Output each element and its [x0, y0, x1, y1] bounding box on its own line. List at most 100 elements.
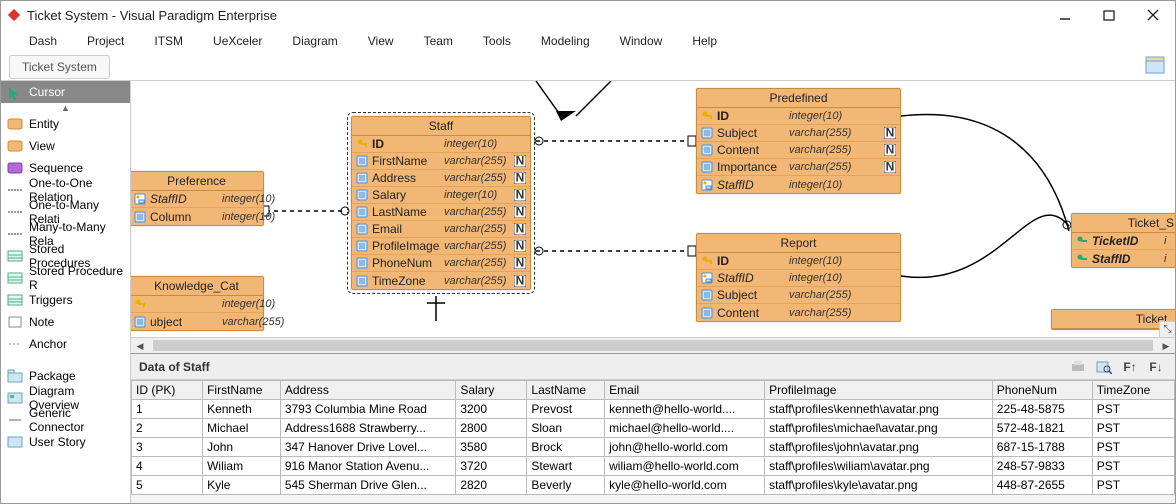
table-cell[interactable]: Wiliam: [203, 457, 281, 476]
column-row[interactable]: ProfileImagevarchar(255)N: [352, 238, 530, 255]
column-row[interactable]: FirstNamevarchar(255)N: [352, 153, 530, 170]
table-cell[interactable]: 448-87-2655: [992, 476, 1092, 495]
column-row[interactable]: integer(10): [131, 296, 263, 313]
table-cell[interactable]: 4: [132, 457, 203, 476]
table-cell[interactable]: 545 Sherman Drive Glen...: [280, 476, 455, 495]
menu-tools[interactable]: Tools: [468, 34, 526, 48]
palette-view[interactable]: View: [1, 135, 130, 157]
table-cell[interactable]: 347 Hanover Drive Lovel...: [280, 438, 455, 457]
table-cell[interactable]: kyle@hello-world.com: [605, 476, 765, 495]
column-row[interactable]: StaffIDinteger(10): [131, 191, 263, 208]
menu-dash[interactable]: Dash: [14, 34, 72, 48]
table-row[interactable]: 2MichaelAddress1688 Strawberry...2800Slo…: [132, 419, 1175, 438]
table-cell[interactable]: Brock: [527, 438, 605, 457]
column-header[interactable]: Salary: [456, 381, 527, 400]
menu-help[interactable]: Help: [677, 34, 732, 48]
grid-tool-find-icon[interactable]: [1093, 357, 1115, 377]
table-cell[interactable]: Address1688 Strawberry...: [280, 419, 455, 438]
table-row[interactable]: 3John347 Hanover Drive Lovel...3580Brock…: [132, 438, 1175, 457]
column-row[interactable]: Subjectvarchar(255): [697, 287, 900, 304]
palette-collapse-icon[interactable]: ▲: [1, 103, 130, 113]
data-table[interactable]: ID (PK)FirstNameAddressSalaryLastNameEma…: [131, 380, 1175, 495]
scroll-left-icon[interactable]: ◀: [131, 338, 149, 354]
table-cell[interactable]: 3720: [456, 457, 527, 476]
column-row[interactable]: StaffIDinteger(10): [697, 270, 900, 287]
menu-view[interactable]: View: [353, 34, 409, 48]
table-cell[interactable]: Michael: [203, 419, 281, 438]
column-row[interactable]: TicketIDi: [1072, 233, 1175, 250]
table-cell[interactable]: 687-15-1788: [992, 438, 1092, 457]
menu-uexceler[interactable]: UeXceler: [198, 34, 277, 48]
column-row[interactable]: Subjectvarchar(255)N: [697, 125, 900, 142]
table-cell[interactable]: John: [203, 438, 281, 457]
palette-triggers[interactable]: Triggers: [1, 289, 130, 311]
column-row[interactable]: IDinteger(10): [697, 253, 900, 270]
column-row[interactable]: Columninteger(10): [131, 208, 263, 225]
table-row[interactable]: 5Kyle545 Sherman Drive Glen...2820Beverl…: [132, 476, 1175, 495]
grid-tool-font-increase-icon[interactable]: F↑: [1119, 357, 1141, 377]
table-cell[interactable]: wiliam@hello-world.com: [605, 457, 765, 476]
column-header[interactable]: TimeZone: [1092, 381, 1174, 400]
column-row[interactable]: PhoneNumvarchar(255)N: [352, 255, 530, 272]
table-cell[interactable]: PST: [1092, 419, 1174, 438]
table-cell[interactable]: 3793 Columbia Mine Road: [280, 400, 455, 419]
table-cell[interactable]: Stewart: [527, 457, 605, 476]
table-cell[interactable]: Kyle: [203, 476, 281, 495]
breadcrumb-item[interactable]: Ticket System: [9, 55, 110, 79]
table-cell[interactable]: PST: [1092, 400, 1174, 419]
column-row[interactable]: StaffIDinteger(10): [697, 176, 900, 193]
resize-corner-icon[interactable]: ⤡: [1159, 321, 1175, 337]
entity-report[interactable]: Report IDinteger(10)StaffIDinteger(10)Su…: [696, 233, 901, 322]
table-cell[interactable]: 916 Manor Station Avenu...: [280, 457, 455, 476]
table-cell[interactable]: PST: [1092, 476, 1174, 495]
menu-team[interactable]: Team: [409, 34, 468, 48]
table-cell[interactable]: staff\profiles\wiliam\avatar.png: [765, 457, 993, 476]
table-cell[interactable]: staff\profiles\john\avatar.png: [765, 438, 993, 457]
table-cell[interactable]: 3200: [456, 400, 527, 419]
menu-window[interactable]: Window: [605, 34, 678, 48]
table-cell[interactable]: john@hello-world.com: [605, 438, 765, 457]
column-header[interactable]: LastName: [527, 381, 605, 400]
table-cell[interactable]: michael@hello-world....: [605, 419, 765, 438]
column-header[interactable]: ID (PK): [132, 381, 203, 400]
column-row[interactable]: StaffIDi: [1072, 250, 1175, 267]
table-cell[interactable]: Prevost: [527, 400, 605, 419]
table-cell[interactable]: 225-48-5875: [992, 400, 1092, 419]
column-header[interactable]: PhoneNum: [992, 381, 1092, 400]
column-row[interactable]: Importancevarchar(255)N: [697, 159, 900, 176]
table-cell[interactable]: 1: [132, 400, 203, 419]
table-cell[interactable]: 248-57-9833: [992, 457, 1092, 476]
diagram-canvas[interactable]: Preference StaffIDinteger(10)Columninteg…: [131, 81, 1175, 337]
table-cell[interactable]: Sloan: [527, 419, 605, 438]
menu-project[interactable]: Project: [72, 34, 139, 48]
table-cell[interactable]: PST: [1092, 438, 1174, 457]
table-cell[interactable]: 2: [132, 419, 203, 438]
table-cell[interactable]: staff\profiles\michael\avatar.png: [765, 419, 993, 438]
palette-stored-procedure-r[interactable]: Stored Procedure R: [1, 267, 130, 289]
palette-entity[interactable]: Entity: [1, 113, 130, 135]
column-header[interactable]: FirstName: [203, 381, 281, 400]
table-cell[interactable]: staff\profiles\kenneth\avatar.png: [765, 400, 993, 419]
palette-note[interactable]: Note: [1, 311, 130, 333]
table-row[interactable]: 4Wiliam916 Manor Station Avenu...3720Ste…: [132, 457, 1175, 476]
column-row[interactable]: IDinteger(10): [697, 108, 900, 125]
entity-ticket-s[interactable]: Ticket_S TicketIDiStaffIDi: [1071, 213, 1175, 268]
entity-predefined[interactable]: Predefined IDinteger(10)Subjectvarchar(2…: [696, 88, 901, 194]
column-row[interactable]: Contentvarchar(255): [697, 304, 900, 321]
properties-pane-icon[interactable]: [1145, 56, 1165, 77]
entity-ticket[interactable]: Ticket_: [1051, 309, 1175, 330]
horizontal-scrollbar[interactable]: ◀ ▶: [131, 337, 1175, 353]
table-cell[interactable]: 572-48-1821: [992, 419, 1092, 438]
close-button[interactable]: [1131, 3, 1175, 27]
column-row[interactable]: Emailvarchar(255)N: [352, 221, 530, 238]
table-cell[interactable]: Kenneth: [203, 400, 281, 419]
entity-preference[interactable]: Preference StaffIDinteger(10)Columninteg…: [131, 171, 264, 226]
column-header[interactable]: ProfileImage: [765, 381, 993, 400]
palette-cursor[interactable]: Cursor: [1, 81, 130, 103]
scroll-right-icon[interactable]: ▶: [1157, 338, 1175, 354]
minimize-button[interactable]: [1043, 3, 1087, 27]
grid-tool-print-icon[interactable]: [1067, 357, 1089, 377]
grid-tool-font-decrease-icon[interactable]: F↓: [1145, 357, 1167, 377]
table-cell[interactable]: Beverly: [527, 476, 605, 495]
palette-anchor[interactable]: Anchor: [1, 333, 130, 355]
